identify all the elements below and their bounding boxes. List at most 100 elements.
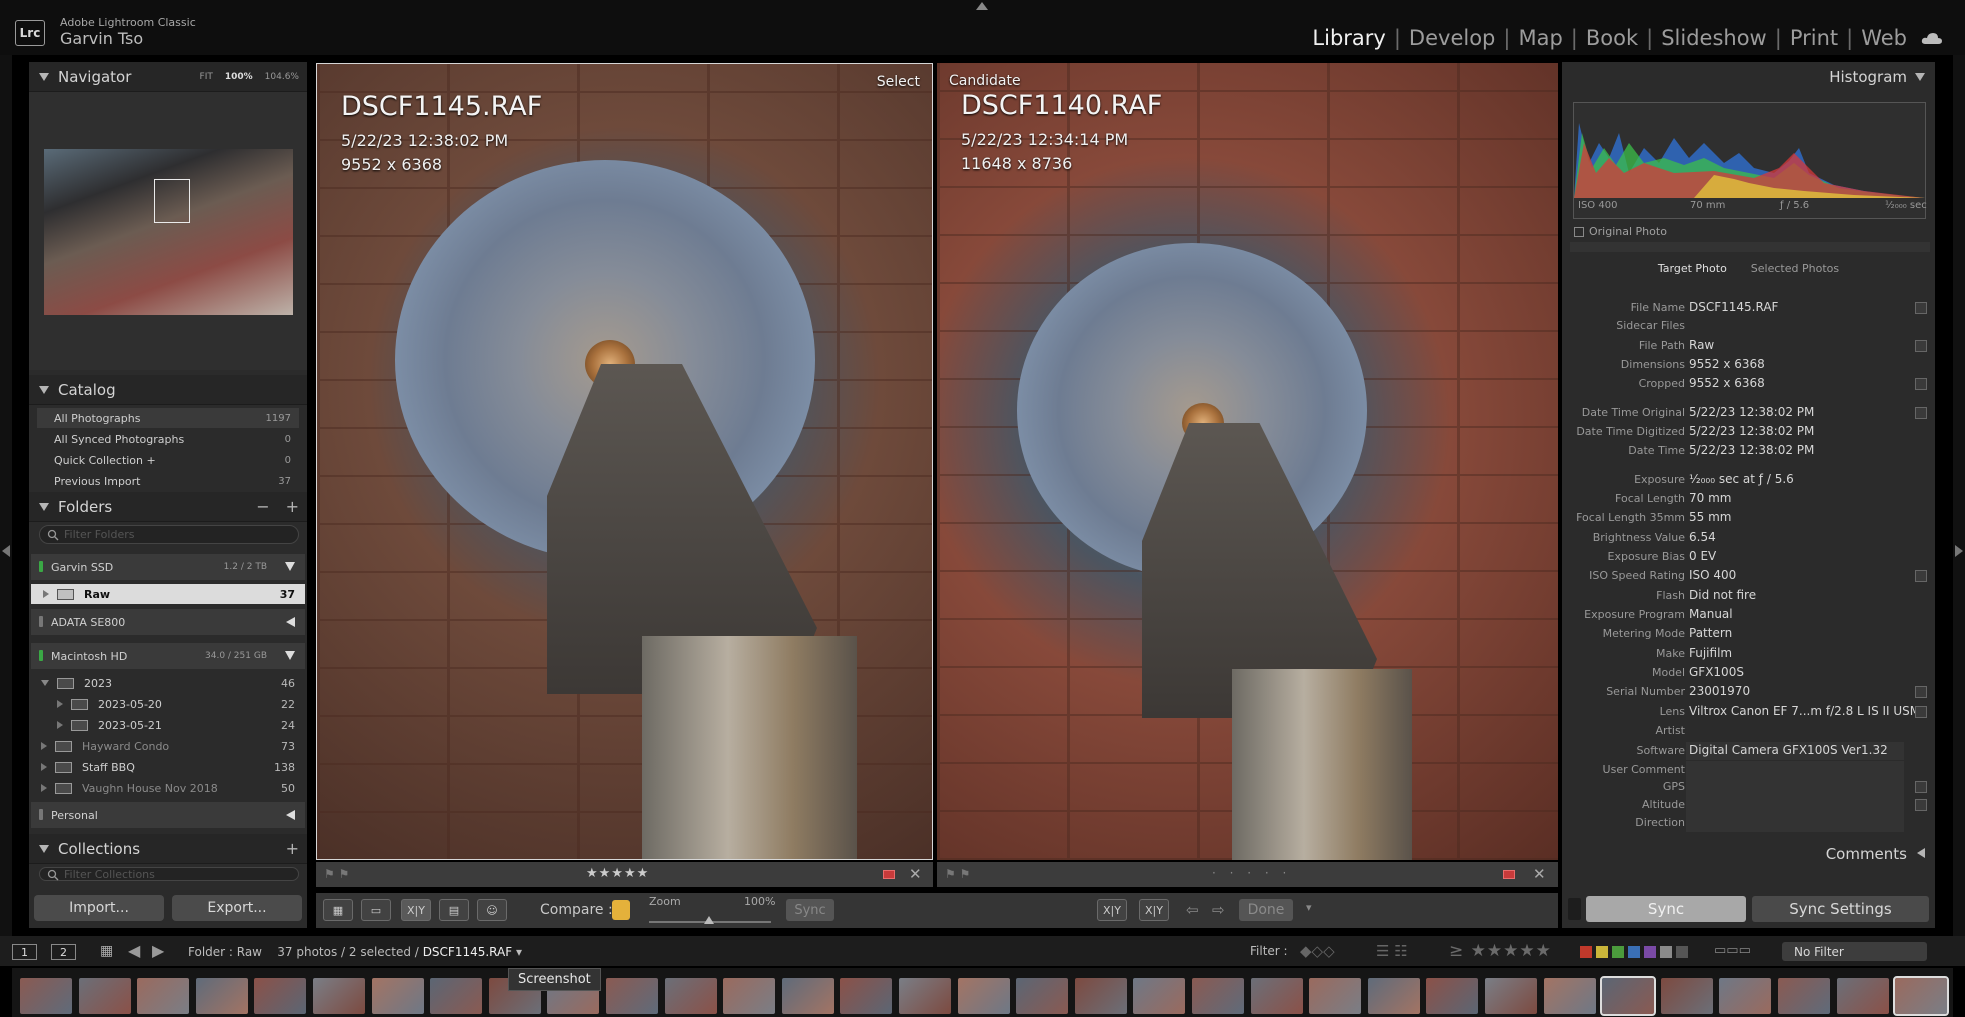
comments-header[interactable]: Comments — [1562, 842, 1935, 866]
select-photo-view[interactable]: Select DSCF1145.RAF 5/22/23 12:38:02 PM … — [316, 63, 933, 860]
volume-macintosh-hd[interactable]: Macintosh HD 34.0 / 251 GB — [31, 643, 305, 669]
module-slideshow[interactable]: Slideshow — [1657, 26, 1771, 50]
metadata-action-icon[interactable] — [1915, 570, 1927, 582]
histogram-graph[interactable] — [1573, 102, 1926, 219]
people-view-icon[interactable]: ☺ — [477, 899, 507, 921]
kind-filter-icons[interactable]: ▭▭▭ — [1714, 943, 1751, 958]
previous-icon[interactable]: ⇦ — [1186, 901, 1199, 919]
folders-header[interactable]: Folders − + — [29, 492, 307, 522]
metadata-action-icon[interactable] — [1915, 340, 1927, 352]
filmstrip-thumbnail[interactable] — [1309, 978, 1362, 1014]
filmstrip-thumbnail[interactable] — [1192, 978, 1244, 1014]
compare-view-button[interactable]: X|Y — [401, 899, 431, 921]
window-2-button[interactable]: 2 — [51, 944, 76, 960]
remove-folder-button[interactable]: − — [256, 497, 269, 516]
metadata-action-icon[interactable] — [1915, 302, 1927, 314]
expand-triangle-icon[interactable] — [1917, 848, 1925, 858]
expand-volume-icon[interactable] — [286, 617, 295, 627]
expand-volume-icon[interactable] — [286, 810, 295, 820]
red-color-label-icon[interactable] — [1503, 870, 1515, 879]
filmstrip-thumbnail[interactable] — [1426, 978, 1479, 1014]
filmstrip-thumbnail[interactable] — [1543, 978, 1596, 1014]
export-button[interactable]: Export... — [172, 895, 302, 921]
expand-folder-icon[interactable] — [57, 700, 63, 708]
close-icon[interactable]: ✕ — [1533, 865, 1546, 883]
lock-icon[interactable] — [612, 900, 630, 920]
color-label-swatch[interactable] — [1644, 946, 1656, 958]
import-button[interactable]: Import... — [34, 895, 164, 921]
survey-view-icon[interactable]: ▤ — [439, 899, 469, 921]
catalog-item-previous-import[interactable]: Previous Import 37 — [37, 471, 299, 491]
metadata-action-icon[interactable] — [1915, 378, 1927, 390]
candidate-photo-view[interactable]: Candidate DSCF1140.RAF 5/22/23 12:34:14 … — [937, 63, 1558, 860]
filter-preset-select[interactable]: No Filter — [1782, 942, 1927, 961]
filmstrip-thumbnail[interactable] — [195, 978, 248, 1014]
filmstrip-thumbnail[interactable] — [371, 978, 424, 1014]
sync-compare-button[interactable]: Sync — [786, 899, 834, 921]
module-map[interactable]: Map — [1514, 26, 1566, 50]
add-collection-button[interactable]: + — [286, 839, 299, 858]
left-panel-edge[interactable] — [0, 55, 12, 939]
filmstrip-thumbnail[interactable] — [1367, 978, 1420, 1014]
filmstrip-thumbnail[interactable] — [781, 978, 834, 1014]
color-label-swatch[interactable] — [1628, 946, 1640, 958]
collapse-triangle-icon[interactable] — [1915, 73, 1925, 81]
metadata-value-field[interactable] — [1686, 778, 1904, 796]
filmstrip-thumbnail[interactable] — [899, 978, 951, 1014]
close-icon[interactable]: ✕ — [909, 865, 922, 883]
filmstrip-thumbnail[interactable] — [1074, 978, 1127, 1014]
filmstrip-thumbnail[interactable] — [137, 978, 190, 1014]
filmstrip-thumbnail[interactable] — [1836, 978, 1889, 1014]
loupe-view-icon[interactable]: ▭ — [361, 899, 391, 921]
expand-folder-icon[interactable] — [57, 721, 63, 729]
catalog-item-all-photographs[interactable]: All Photographs 1197 — [37, 408, 299, 428]
navigator-zoom-custom[interactable]: 104.6% — [265, 72, 299, 82]
selected-photos-tab[interactable]: Selected Photos — [1751, 262, 1839, 282]
back-arrow-icon[interactable]: ◀ — [128, 941, 140, 960]
catalog-item-all-synced[interactable]: All Synced Photographs 0 — [37, 429, 299, 449]
filmstrip-thumbnail[interactable] — [957, 978, 1010, 1014]
catalog-item-quick-collection[interactable]: Quick Collection +0 — [37, 450, 299, 470]
toolbar-menu-chevron-icon[interactable]: ▾ — [1306, 901, 1312, 914]
module-print[interactable]: Print — [1786, 26, 1842, 50]
navigator-header[interactable]: Navigator FIT 100% 104.6% — [29, 62, 307, 92]
filmstrip-thumbnail[interactable] — [254, 978, 307, 1014]
cloud-icon[interactable] — [1921, 31, 1943, 45]
expand-folder-icon[interactable] — [41, 784, 47, 792]
right-panel-edge[interactable] — [1953, 55, 1965, 939]
volume-garvin-ssd[interactable]: Garvin SSD 1.2 / 2 TB — [31, 554, 305, 580]
flag-filter-icons[interactable]: ◆◇◇ — [1300, 942, 1335, 960]
filmstrip-thumbnail[interactable] — [313, 978, 365, 1014]
folder-staff-bbq[interactable]: Staff BBQ 138 — [31, 757, 305, 777]
folder-2023-05-20[interactable]: 2023-05-20 22 — [31, 694, 305, 714]
expand-folder-icon[interactable] — [41, 742, 47, 750]
filmstrip-thumbnail[interactable] — [1485, 978, 1537, 1014]
zoom-slider-thumb[interactable] — [704, 916, 714, 924]
expand-volume-icon[interactable] — [285, 562, 295, 571]
histogram-header[interactable]: Histogram — [1562, 62, 1935, 92]
red-color-label-icon[interactable] — [883, 870, 895, 879]
sync-button[interactable]: Sync — [1586, 896, 1746, 922]
expand-folder-icon[interactable] — [41, 680, 49, 686]
expand-folder-icon[interactable] — [41, 763, 47, 771]
module-web[interactable]: Web — [1857, 26, 1911, 50]
rating-filter[interactable]: ≥ ★★★★★ — [1449, 941, 1552, 961]
grid-view-icon[interactable]: ▦ — [323, 899, 353, 921]
checkbox[interactable] — [1574, 226, 1584, 237]
module-library[interactable]: Library — [1308, 26, 1389, 50]
add-folder-button[interactable]: + — [286, 497, 299, 516]
status-filter-icons[interactable]: ☰ ☷ — [1376, 942, 1408, 960]
navigator-thumbnail[interactable] — [44, 149, 293, 315]
filmstrip-thumbnail[interactable] — [840, 978, 893, 1014]
volume-personal[interactable]: Personal — [31, 802, 305, 828]
folder-2023[interactable]: 2023 46 — [31, 673, 305, 693]
expand-volume-icon[interactable] — [285, 651, 295, 660]
filmstrip-thumbnail[interactable] — [723, 978, 776, 1014]
swap-button[interactable]: X|Y — [1097, 899, 1127, 921]
catalog-header[interactable]: Catalog — [29, 375, 307, 405]
navigator-fit[interactable]: FIT — [200, 72, 213, 82]
folder-vaughn-house[interactable]: Vaughn House Nov 2018 50 — [31, 778, 305, 798]
module-book[interactable]: Book — [1582, 26, 1642, 50]
navigator-zoom-100[interactable]: 100% — [225, 72, 253, 82]
metadata-action-icon[interactable] — [1915, 706, 1927, 718]
